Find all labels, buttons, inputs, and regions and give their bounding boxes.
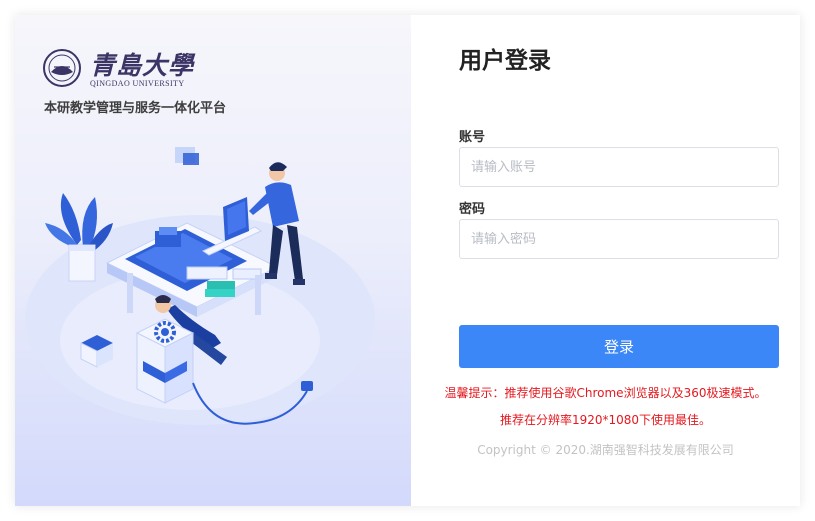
login-card: 青島大學 QINGDAO UNIVERSITY 本研教学管理与服务一体化平台 用…: [15, 15, 800, 506]
login-button[interactable]: 登录: [459, 325, 779, 368]
platform-name: 本研教学管理与服务一体化平台: [44, 101, 227, 116]
login-title: 用户登录: [459, 48, 551, 74]
login-panel: 用户登录 账号 密码 登录 温馨提示：推荐使用谷歌Chrome浏览器以及360极…: [411, 15, 800, 506]
browser-tip: 温馨提示：推荐使用谷歌Chrome浏览器以及360极速模式。: [444, 386, 767, 400]
account-label: 账号: [459, 130, 486, 145]
copyright: Copyright © 2020.湖南强智科技发展有限公司: [477, 443, 734, 457]
floating-panel: [175, 147, 199, 165]
university-seal-icon: [43, 49, 81, 87]
resolution-tip: 推荐在分辨率1920*1080下使用最佳。: [499, 413, 712, 427]
password-input[interactable]: [459, 219, 779, 259]
password-label: 密码: [459, 202, 486, 217]
university-name-en: QINGDAO UNIVERSITY: [90, 79, 185, 88]
branding-panel: 青島大學 QINGDAO UNIVERSITY 本研教学管理与服务一体化平台: [15, 15, 411, 506]
workspace-illustration: [25, 147, 375, 425]
university-name-cn: 青島大學: [90, 51, 195, 80]
account-input[interactable]: [459, 147, 779, 187]
